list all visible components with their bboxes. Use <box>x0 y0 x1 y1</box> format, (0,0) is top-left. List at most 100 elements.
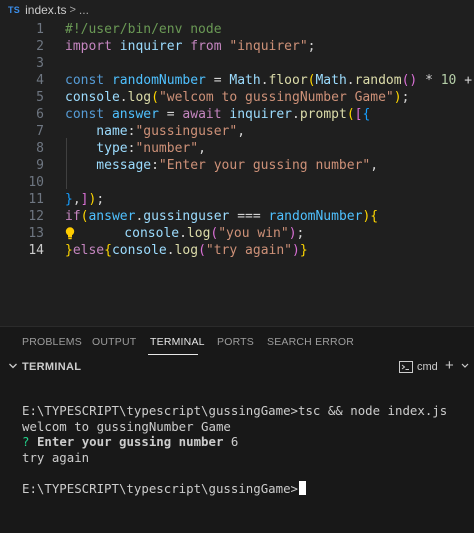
code-line[interactable]: 2 import inquirer from "inquirer"; <box>0 38 474 55</box>
code-token: . <box>119 90 128 105</box>
code-line[interactable]: 10 <box>0 174 474 191</box>
code-text: import inquirer from "inquirer"; <box>65 38 316 55</box>
line-number: 14 <box>28 243 44 258</box>
chevron-down-icon[interactable] <box>8 359 18 373</box>
code-token: ; <box>401 90 410 105</box>
shell-label[interactable]: cmd <box>417 361 438 373</box>
code-token: "welcom to gussingNumber Game" <box>158 90 394 105</box>
terminal-title: TERMINAL <box>22 361 82 373</box>
code-text: const answer = await inquirer.prompt([{ <box>65 106 370 123</box>
code-token: from <box>190 39 230 54</box>
code-line[interactable]: 4 const randomNumber = Math.floor(Math.ra… <box>0 72 474 89</box>
tab-search-error[interactable]: SEARCH ERROR <box>267 336 354 348</box>
code-text: if(answer.gussinguser === randomNumber){ <box>65 208 378 225</box>
lightbulb-icon[interactable] <box>63 225 77 242</box>
code-token: prompt <box>299 107 347 122</box>
code-token: Math <box>315 73 347 88</box>
terminal-line: E:\TYPESCRIPT\typescript\gussingGame>tsc… <box>22 403 447 419</box>
code-token: randomNumber <box>111 73 206 88</box>
code-line[interactable]: 3 <box>0 55 474 72</box>
prompt-answer: 6 <box>230 434 239 449</box>
line-number: 2 <box>36 39 44 54</box>
code-token: inquirer <box>229 107 293 122</box>
breadcrumb: TS index.ts > ... <box>0 0 474 20</box>
line-number: 11 <box>28 192 44 207</box>
code-token: "gussinguser" <box>135 124 238 139</box>
code-token: Math <box>229 73 261 88</box>
tab-output[interactable]: OUTPUT <box>92 336 136 348</box>
code-token: , <box>370 158 379 173</box>
code-line[interactable]: 8 type:"number", <box>0 140 474 157</box>
terminal-cursor[interactable] <box>299 480 307 495</box>
code-token: ; <box>296 226 305 241</box>
code-token: ; <box>96 192 105 207</box>
breadcrumb-ellipsis[interactable]: ... <box>79 3 89 17</box>
code-token: . <box>179 226 187 241</box>
prompt-text: Enter your gussing number <box>36 434 224 449</box>
code-token: } <box>65 243 73 258</box>
typescript-icon: TS <box>8 5 21 15</box>
code-token: const <box>65 107 112 122</box>
line-number: 6 <box>36 107 44 122</box>
code-token: answer <box>88 209 136 224</box>
line-number: 7 <box>36 124 44 139</box>
code-line[interactable]: 14}else{console.log("try again")} <box>0 242 474 259</box>
dropdown-icon[interactable] <box>460 358 470 372</box>
code-line[interactable]: 9 message:"Enter your gussing number", <box>0 157 474 174</box>
code-token: ; <box>307 39 316 54</box>
code-token: } <box>299 243 308 258</box>
prompt-marker: ? <box>22 434 30 449</box>
tab-terminal[interactable]: TERMINAL <box>150 336 205 348</box>
terminal-header: TERMINAL cmd + <box>0 356 474 378</box>
code-token: inquirer <box>119 39 191 54</box>
code-token: = <box>158 107 183 122</box>
terminal-output[interactable]: E:\TYPESCRIPT\typescript\gussingGame>tsc… <box>0 378 474 533</box>
breadcrumb-separator: > <box>69 4 76 16</box>
tab-problems[interactable]: PROBLEMS <box>22 336 82 348</box>
plus-icon[interactable]: + <box>445 357 454 374</box>
terminal-text: try again <box>22 449 90 465</box>
code-token: message <box>65 158 152 173</box>
line-number: 5 <box>36 90 44 105</box>
code-token: import <box>65 39 120 54</box>
tab-ports[interactable]: PORTS <box>217 336 254 348</box>
code-line[interactable]: 6 const answer = await inquirer.prompt([{ <box>0 106 474 123</box>
code-token: random <box>354 73 402 88</box>
code-token: { <box>370 209 379 224</box>
code-line[interactable]: 11},]); <box>0 191 474 208</box>
code-line[interactable]: 1 #!/user/bin/env node <box>0 21 474 38</box>
line-number: 4 <box>36 73 44 88</box>
terminal-line: E:\TYPESCRIPT\typescript\gussingGame> <box>22 480 307 497</box>
code-line[interactable]: 12 if(answer.gussinguser === randomNumber… <box>0 208 474 225</box>
code-token: : <box>151 158 159 173</box>
code-token: else <box>72 243 105 258</box>
line-number: 13 <box>28 226 44 241</box>
code-line[interactable]: 13 console.log("you win"); <box>0 225 474 242</box>
line-number: 1 <box>36 22 44 37</box>
code-token: if <box>65 209 81 224</box>
code-token: log <box>186 226 211 241</box>
code-line[interactable]: 7 name:"gussinguser", <box>0 123 474 140</box>
code-token: . <box>346 73 355 88</box>
code-token: () <box>401 73 418 88</box>
code-token: log <box>174 243 199 258</box>
code-line[interactable]: 5 console.log("welcom to gussingNumber Ga… <box>0 89 474 106</box>
code-token: { <box>104 243 112 258</box>
breadcrumb-file[interactable]: index.ts <box>25 3 66 17</box>
line-number: 10 <box>28 175 44 190</box>
code-token: console <box>111 243 167 258</box>
code-token: 10 <box>440 73 457 88</box>
code-token: { <box>362 107 371 122</box>
code-token: * <box>417 73 441 88</box>
code-token: answer <box>111 107 159 122</box>
code-editor[interactable]: 1 #!/user/bin/env node 2 import inquirer fr… <box>0 20 474 326</box>
terminal-text: E:\TYPESCRIPT\typescript\gussingGame> <box>22 480 299 496</box>
code-token: "number" <box>135 141 199 156</box>
code-token: floor <box>268 73 308 88</box>
code-token: randomNumber <box>268 209 363 224</box>
code-token: "inquirer" <box>229 39 308 54</box>
code-text: type:"number", <box>65 140 206 157</box>
code-token: , <box>198 141 206 156</box>
code-token: ( <box>346 107 355 122</box>
terminal-icon[interactable] <box>398 359 414 375</box>
